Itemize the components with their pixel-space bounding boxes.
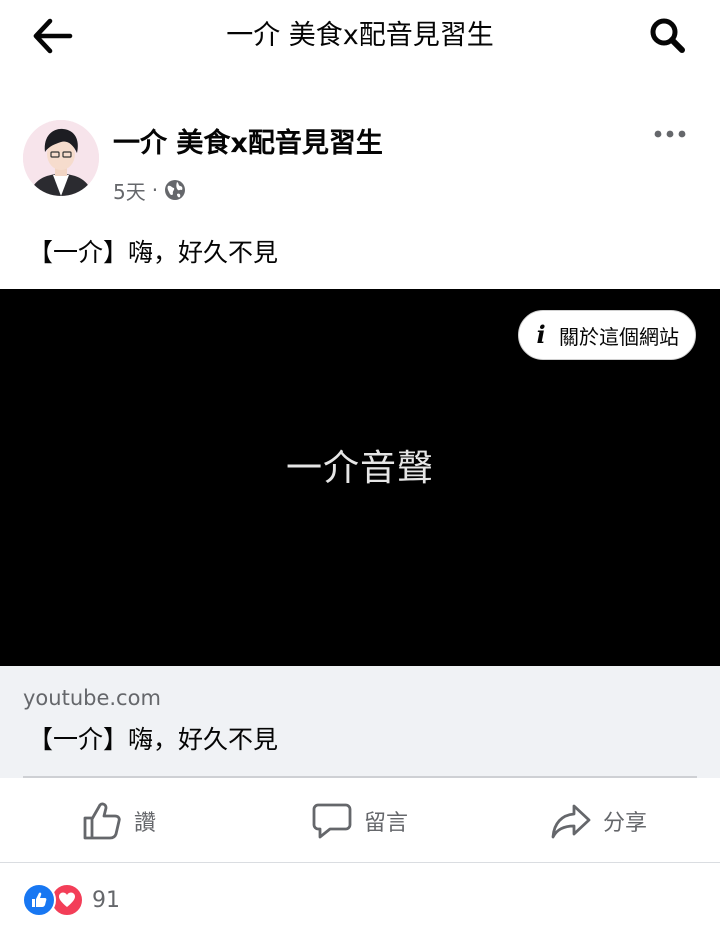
media-title: 一介音聲	[285, 448, 434, 489]
reaction-count: 91	[92, 887, 120, 913]
post-meta: 5天 ·	[113, 175, 186, 205]
page-title: 一介 美食x配音見習生	[226, 20, 494, 51]
search-icon	[650, 18, 685, 53]
meta-separator: ·	[151, 178, 159, 202]
link-preview[interactable]: youtube.com 【一介】嗨，好久不見	[0, 666, 720, 778]
author-name[interactable]: 一介 美食x配音見習生	[113, 125, 383, 163]
info-icon: i	[536, 320, 546, 349]
share-label: 分享	[603, 811, 648, 836]
like-label: 讚	[134, 811, 157, 836]
back-button[interactable]	[26, 14, 78, 58]
more-options-button[interactable]	[646, 116, 694, 152]
reactions-summary[interactable]: 91	[22, 881, 120, 919]
share-arrow-icon	[551, 804, 591, 839]
post-time[interactable]: 5天	[113, 176, 146, 205]
comment-button[interactable]: 留言	[312, 780, 408, 862]
like-reaction-icon	[22, 883, 56, 917]
about-site-label: 關於這個網站	[559, 324, 679, 349]
globe-icon	[165, 180, 186, 200]
search-button[interactable]	[640, 12, 696, 60]
link-title: 【一介】嗨，好久不見	[28, 725, 279, 754]
link-domain: youtube.com	[23, 686, 161, 710]
divider	[23, 776, 697, 778]
share-button[interactable]: 分享	[551, 780, 647, 862]
thumbs-up-icon	[83, 802, 121, 840]
media-preview[interactable]: i 關於這個網站 一介音聲	[0, 289, 720, 666]
avatar[interactable]	[23, 120, 99, 196]
comment-label: 留言	[364, 811, 409, 836]
more-horizontal-icon	[654, 130, 686, 138]
top-bar: 一介 美食x配音見習生	[0, 0, 720, 72]
post-text: 【一介】嗨，好久不見	[28, 238, 279, 267]
like-button[interactable]: 讚	[82, 780, 156, 862]
arrow-left-icon	[33, 18, 73, 54]
about-site-button[interactable]: i 關於這個網站	[518, 310, 696, 360]
action-bar: 讚 留言 分享	[0, 780, 720, 863]
avatar-illustration	[23, 120, 99, 196]
comment-bubble-icon	[312, 803, 352, 839]
